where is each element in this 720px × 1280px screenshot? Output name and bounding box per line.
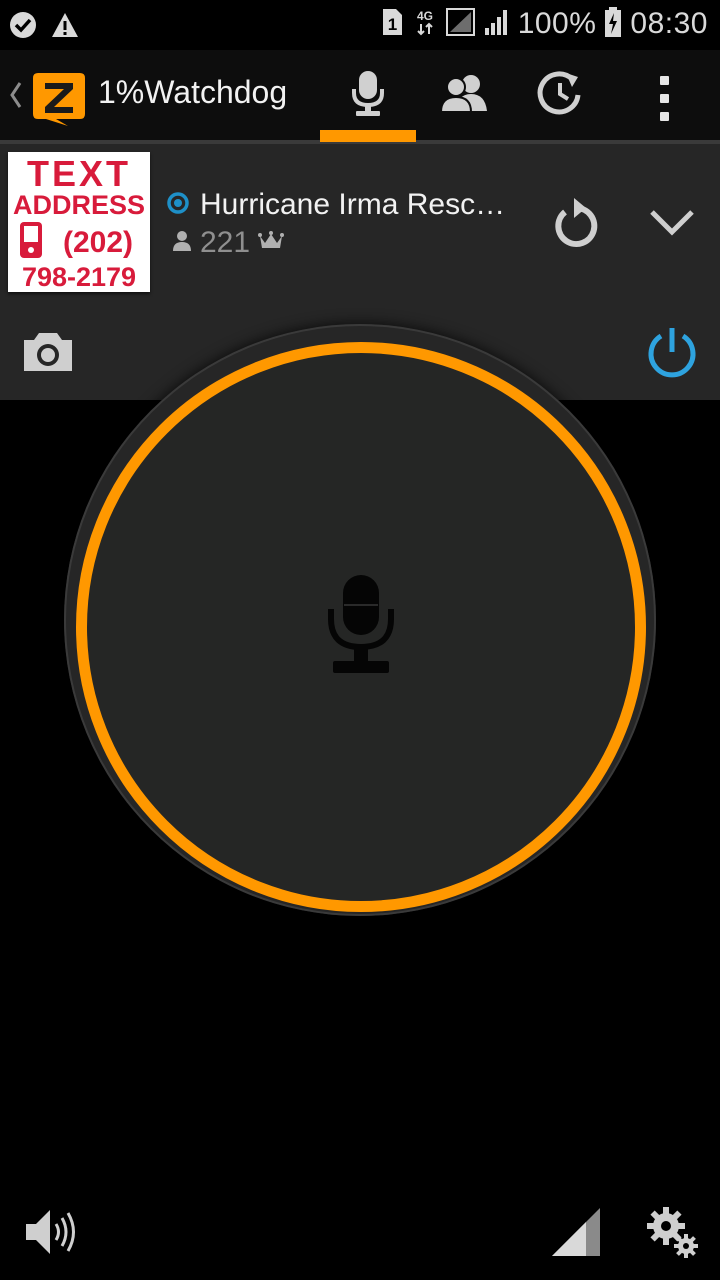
reconnect-button[interactable] xyxy=(548,196,604,252)
svg-text:798-2179: 798-2179 xyxy=(22,262,136,292)
tab-talk[interactable] xyxy=(320,50,416,140)
svg-text:4G: 4G xyxy=(417,9,433,23)
chevron-down-icon xyxy=(650,210,694,236)
app-bar: 1%Watchdog xyxy=(0,50,720,144)
gears-icon xyxy=(647,1207,698,1258)
push-to-talk-ring xyxy=(76,342,646,912)
signal-sim1-icon xyxy=(445,7,476,41)
recents-icon xyxy=(536,69,584,121)
power-icon xyxy=(648,328,696,378)
active-tab-indicator xyxy=(320,130,416,142)
channel-meta: 221 xyxy=(172,226,285,260)
user-icon xyxy=(172,230,192,256)
crown-icon xyxy=(258,231,285,255)
status-bar: 1 4G 100% 08:30 xyxy=(0,0,720,50)
sim-slot-icon: 1 xyxy=(380,7,404,41)
microphone-icon xyxy=(350,69,386,121)
volume-button[interactable] xyxy=(22,1204,78,1260)
power-button[interactable] xyxy=(644,324,700,380)
channel-title-row[interactable]: Hurricane Irma Resc… xyxy=(166,188,505,222)
back-chevron-icon[interactable] xyxy=(8,80,24,114)
channel-avatar[interactable]: TEXT ADDRESS (202) 798-2179 xyxy=(8,152,150,292)
ptt-microphone-icon xyxy=(328,575,394,679)
tab-recents[interactable] xyxy=(512,50,608,140)
battery-charging-icon xyxy=(604,6,622,42)
camera-icon xyxy=(24,333,72,371)
svg-text:1: 1 xyxy=(387,15,396,34)
signal-sim2-icon xyxy=(484,7,510,41)
signal-strength-icon xyxy=(550,1206,602,1258)
users-icon xyxy=(439,73,489,117)
push-to-talk-button[interactable] xyxy=(64,324,656,916)
svg-text:(202): (202) xyxy=(63,226,133,259)
online-status-icon xyxy=(166,191,190,219)
expand-chevron-button[interactable] xyxy=(646,202,698,242)
overflow-menu-button[interactable] xyxy=(640,70,688,126)
app-title: 1%Watchdog xyxy=(98,74,288,110)
svg-text:ADDRESS: ADDRESS xyxy=(13,190,145,220)
warning-icon xyxy=(50,11,80,43)
speaker-icon xyxy=(26,1210,75,1254)
settings-button[interactable] xyxy=(644,1204,700,1260)
channel-name: Hurricane Irma Resc… xyxy=(200,188,506,221)
camera-button[interactable] xyxy=(20,330,76,374)
user-count: 221 xyxy=(200,226,251,259)
svg-text:TEXT: TEXT xyxy=(27,153,131,194)
zello-logo-icon[interactable] xyxy=(30,70,88,132)
clock: 08:30 xyxy=(630,7,708,40)
check-circle-icon xyxy=(8,10,38,44)
network-4g-icon: 4G xyxy=(412,7,438,41)
battery-percent: 100% xyxy=(517,7,597,40)
tab-contacts[interactable] xyxy=(416,50,512,140)
refresh-icon xyxy=(555,198,598,247)
